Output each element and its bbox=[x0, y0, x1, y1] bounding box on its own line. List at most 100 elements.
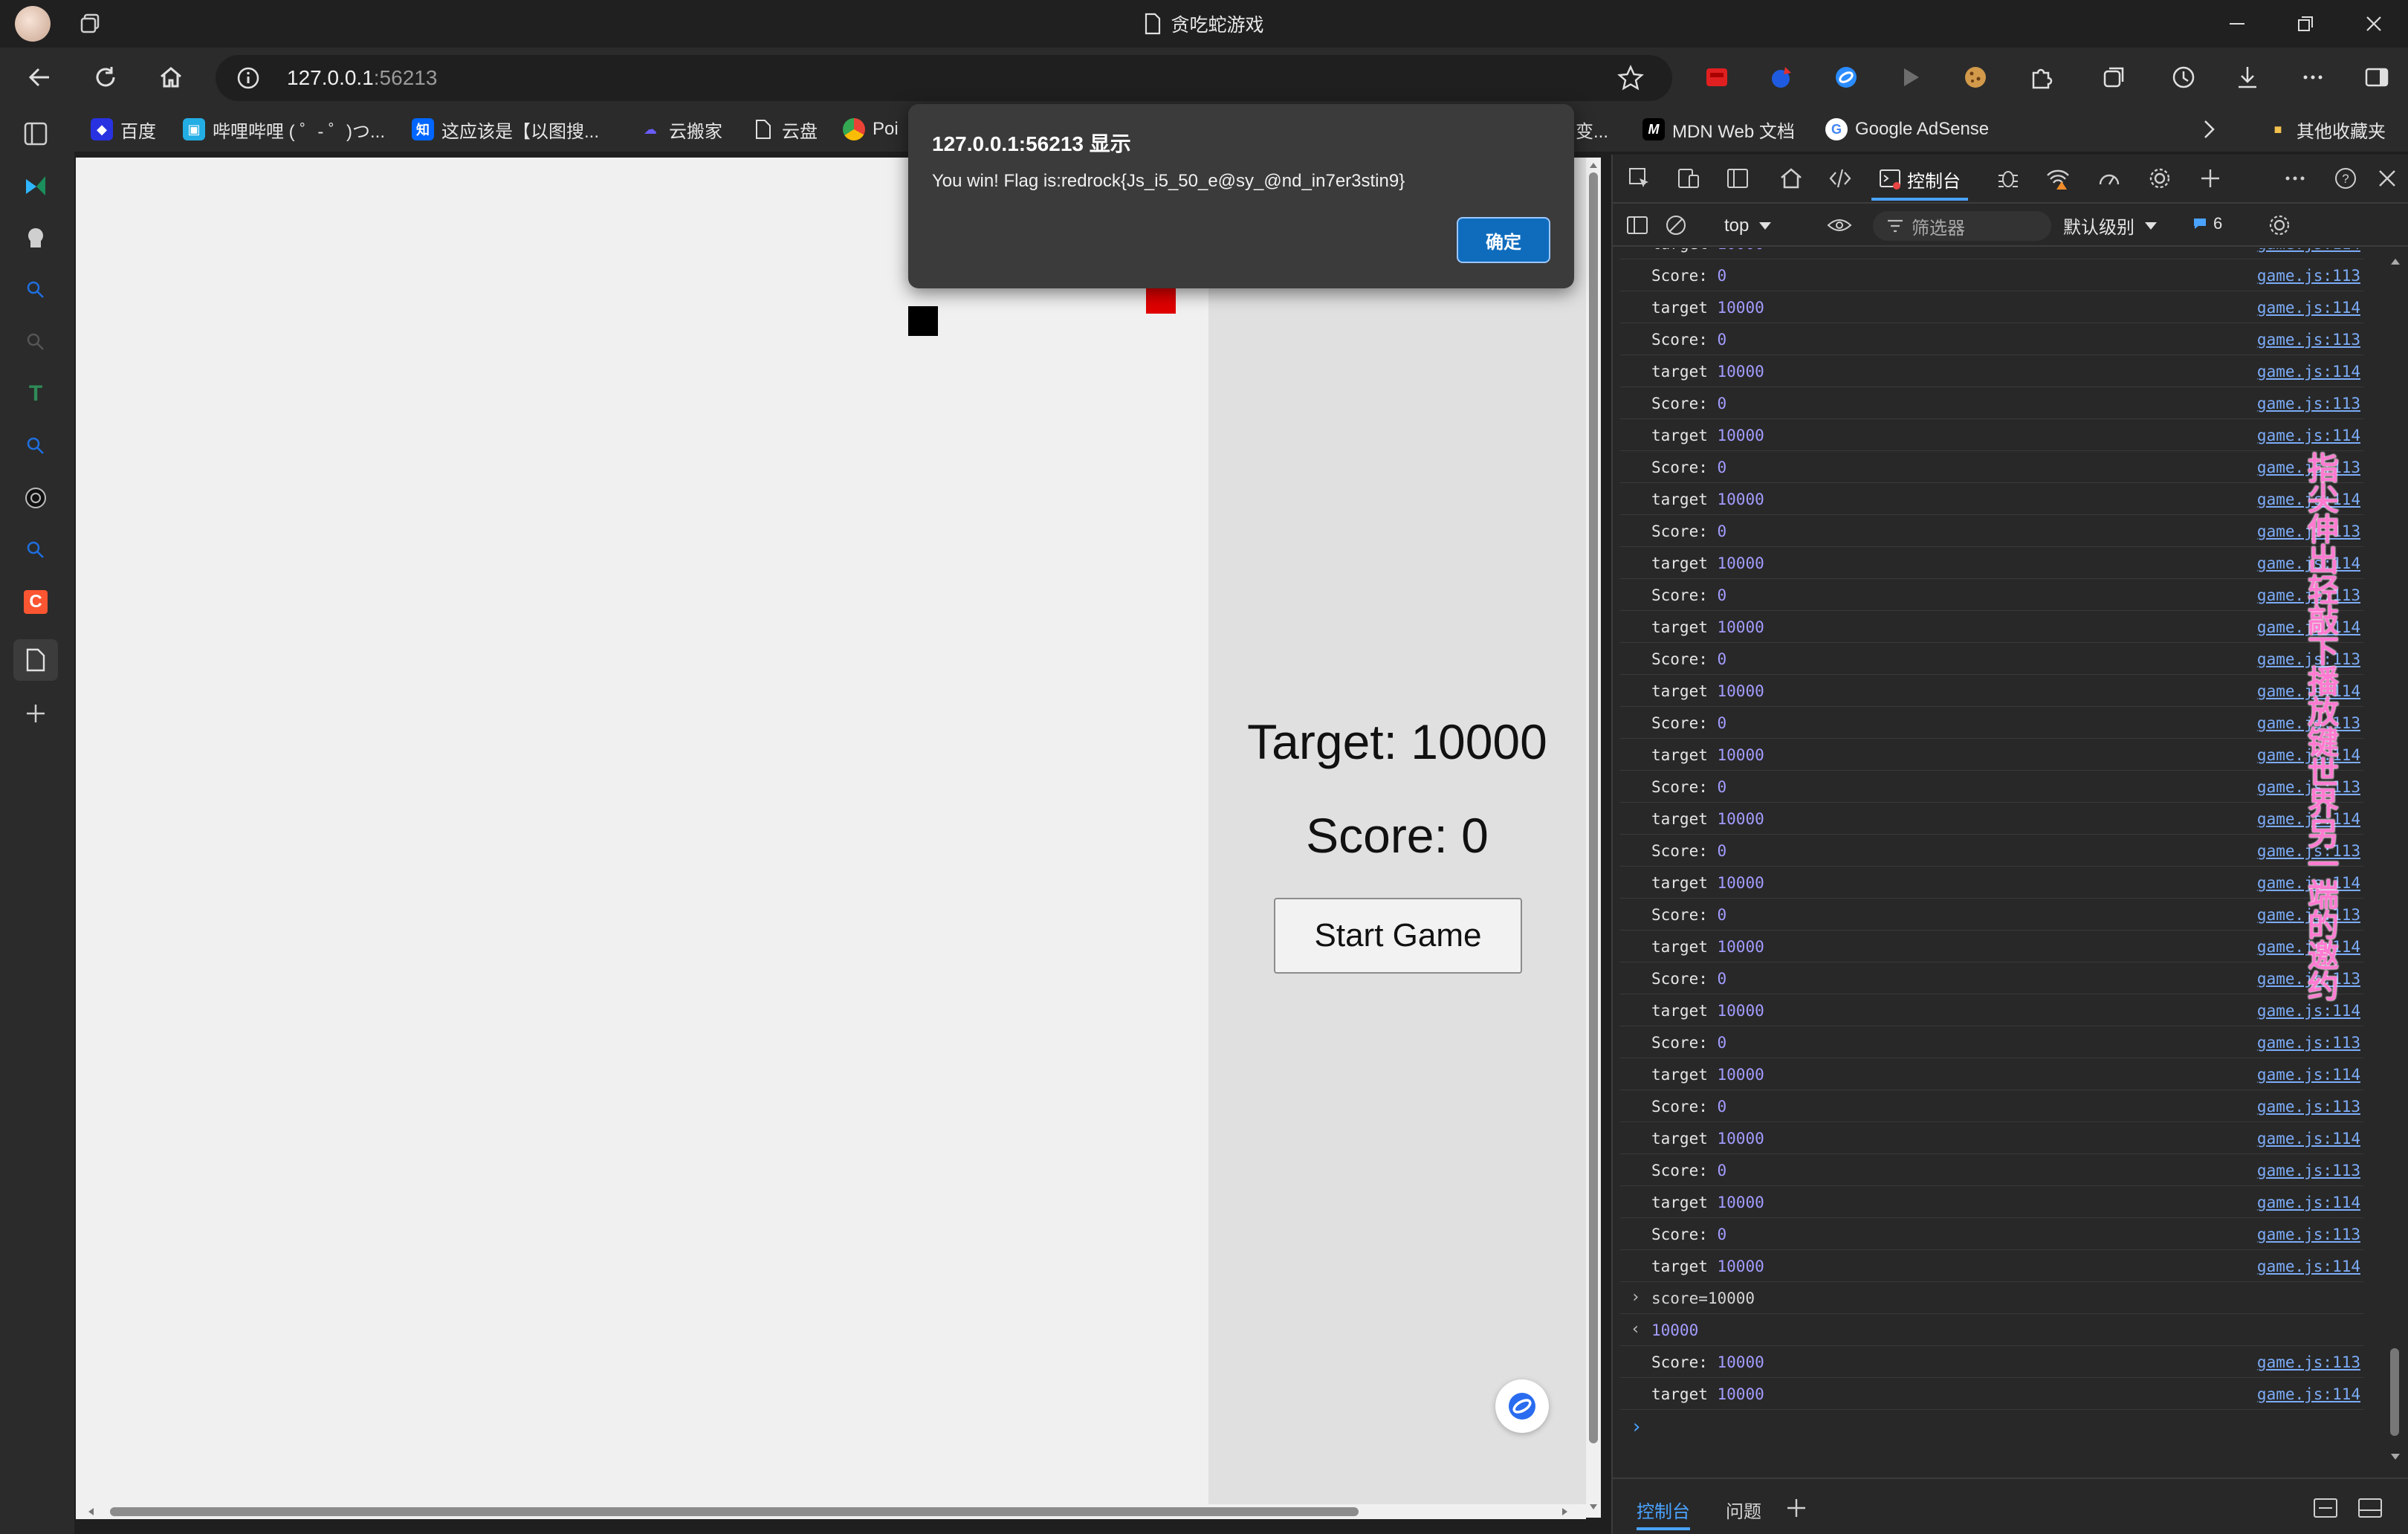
bookmark-bilibili[interactable]: ▣ 哔哩哔哩 ( ゜- ゜)つ... bbox=[183, 116, 385, 143]
scroll-left-icon[interactable] bbox=[86, 1507, 95, 1516]
elements-tab-icon[interactable] bbox=[1827, 165, 1854, 192]
add-tab-icon[interactable] bbox=[2197, 165, 2224, 192]
sidebar-search-icon[interactable] bbox=[21, 431, 51, 461]
extension-cookie-icon[interactable] bbox=[1959, 61, 1992, 94]
dock-side-icon[interactable] bbox=[1724, 165, 1751, 192]
device-emulation-icon[interactable] bbox=[1675, 165, 1702, 192]
sources-bug-icon[interactable] bbox=[1995, 165, 2022, 192]
sidebar-search-icon[interactable] bbox=[21, 275, 51, 305]
devtools-more-icon[interactable] bbox=[2282, 165, 2308, 192]
show-sidebar-icon[interactable] bbox=[1626, 214, 1648, 236]
site-info-icon[interactable] bbox=[236, 66, 260, 90]
bookmark-yunpan[interactable]: 云盘 bbox=[752, 116, 818, 143]
scrollbar-thumb[interactable] bbox=[1589, 172, 1598, 1443]
page-horizontal-scrollbar[interactable] bbox=[76, 1504, 1586, 1519]
bookmark-yunbanjia[interactable]: ☁ 云搬家 bbox=[639, 116, 722, 143]
back-button[interactable] bbox=[24, 61, 56, 94]
extensions-puzzle-icon[interactable] bbox=[2025, 61, 2057, 94]
log-source-link[interactable]: game.js:114 bbox=[2257, 1258, 2360, 1275]
scroll-right-icon[interactable] bbox=[1561, 1507, 1570, 1516]
log-source-link[interactable]: game.js:113 bbox=[2257, 1353, 2360, 1371]
downloads-icon[interactable] bbox=[2231, 61, 2264, 94]
log-level-selector[interactable]: 默认级别 bbox=[2063, 213, 2158, 239]
log-source-link[interactable]: game.js:114 bbox=[2257, 1002, 2360, 1020]
console-settings-gear-icon[interactable] bbox=[2267, 213, 2292, 238]
sidebar-app-chef-icon[interactable] bbox=[21, 223, 51, 253]
scroll-down-icon[interactable] bbox=[1589, 1503, 1598, 1512]
scrollbar-thumb[interactable] bbox=[110, 1507, 1359, 1516]
reload-button[interactable] bbox=[89, 61, 122, 94]
extension-red-icon[interactable] bbox=[1700, 61, 1733, 94]
bookmark-adsense[interactable]: G Google AdSense bbox=[1825, 116, 1989, 143]
log-source-link[interactable]: game.js:113 bbox=[2257, 1034, 2360, 1052]
log-source-link[interactable]: game.js:114 bbox=[2257, 299, 2360, 317]
network-wifi-icon[interactable] bbox=[2045, 165, 2072, 192]
more-menu-icon[interactable] bbox=[2297, 61, 2329, 94]
settings-gear-icon[interactable] bbox=[2146, 165, 2173, 192]
live-expression-eye-icon[interactable] bbox=[1827, 214, 1852, 236]
log-source-link[interactable]: game.js:114 bbox=[2257, 1385, 2360, 1403]
sidebar-document-icon[interactable] bbox=[13, 639, 58, 681]
dock-drawer-icon[interactable] bbox=[2313, 1497, 2338, 1519]
console-output[interactable]: target 10000 game.js:114 Score: 0 game.js:1… bbox=[1613, 248, 2386, 1467]
drawer-tab-issues[interactable]: 问题 bbox=[1726, 1497, 1761, 1523]
sidebar-csdn-icon[interactable]: C bbox=[21, 587, 51, 617]
log-source-link[interactable]: game.js:113 bbox=[2257, 267, 2360, 285]
bookmark-zhihu[interactable]: 知这应该是【以图搜... bbox=[412, 116, 599, 143]
sidebar-toggle-icon[interactable] bbox=[2360, 61, 2393, 94]
log-source-link[interactable]: game.js:114 bbox=[2257, 248, 2360, 253]
devtools-home-icon[interactable] bbox=[1778, 165, 1805, 192]
game-canvas[interactable] bbox=[76, 158, 1208, 1504]
log-source-link[interactable]: game.js:114 bbox=[2257, 1066, 2360, 1084]
history-icon[interactable] bbox=[2167, 61, 2200, 94]
log-source-link[interactable]: game.js:113 bbox=[2257, 395, 2360, 412]
log-source-link[interactable]: game.js:114 bbox=[2257, 363, 2360, 381]
sidebar-add-icon[interactable] bbox=[21, 699, 51, 728]
log-source-link[interactable]: game.js:114 bbox=[2257, 427, 2360, 444]
close-devtools-icon[interactable] bbox=[2374, 165, 2401, 192]
close-drawer-icon[interactable] bbox=[2357, 1497, 2383, 1519]
console-prompt-icon[interactable]: › bbox=[1631, 1416, 1642, 1438]
performance-icon[interactable] bbox=[2096, 165, 2123, 192]
console-filter-input[interactable]: 筛选器 bbox=[1873, 211, 2051, 241]
bookmark-baidu[interactable]: ◆ 百度 bbox=[91, 116, 156, 143]
clear-console-icon[interactable] bbox=[1665, 214, 1687, 236]
context-selector[interactable]: top bbox=[1724, 213, 1773, 239]
floating-assistant-icon[interactable] bbox=[1495, 1379, 1549, 1433]
add-drawer-tab-icon[interactable] bbox=[1785, 1497, 1807, 1519]
tab-console[interactable]: 控制台 bbox=[1871, 161, 1968, 201]
minimize-button[interactable] bbox=[2215, 7, 2259, 40]
sidebar-search-icon[interactable] bbox=[21, 535, 51, 565]
log-source-link[interactable]: game.js:113 bbox=[2257, 1098, 2360, 1116]
sidebar-app-blue-icon[interactable] bbox=[21, 171, 51, 201]
other-favorites-folder[interactable]: ■ 其他收藏夹 bbox=[2267, 116, 2386, 143]
extension-blue-icon[interactable] bbox=[1764, 61, 1797, 94]
drawer-tab-console[interactable]: 控制台 bbox=[1637, 1497, 1690, 1530]
help-icon[interactable]: ? bbox=[2332, 165, 2359, 192]
inspect-element-icon[interactable] bbox=[1626, 165, 1653, 192]
url-text[interactable]: 127.0.0.1:56213 bbox=[287, 66, 437, 90]
scroll-up-icon[interactable] bbox=[1589, 161, 1598, 169]
favorite-star-icon[interactable] bbox=[1617, 65, 1644, 91]
issues-badge[interactable]: 6 bbox=[2192, 214, 2222, 233]
scroll-down-icon[interactable] bbox=[2390, 1452, 2401, 1461]
sidebar-search-icon[interactable] bbox=[21, 327, 51, 357]
log-source-link[interactable]: game.js:113 bbox=[2257, 1226, 2360, 1243]
tabs-icon[interactable] bbox=[21, 119, 51, 149]
bookmarks-chevron-icon[interactable] bbox=[2200, 116, 2218, 143]
extension-circle-icon[interactable] bbox=[1830, 61, 1862, 94]
alert-ok-button[interactable]: 确定 bbox=[1457, 217, 1550, 263]
page-vertical-scrollbar[interactable] bbox=[1586, 158, 1601, 1518]
scroll-up-icon[interactable] bbox=[2390, 257, 2401, 266]
bookmark-mdn[interactable]: M MDN Web 文档 bbox=[1642, 116, 1795, 143]
log-source-link[interactable]: game.js:114 bbox=[2257, 1130, 2360, 1148]
address-bar[interactable]: 127.0.0.1:56213 bbox=[216, 55, 1672, 101]
bookmark-partial[interactable]: 变... bbox=[1576, 116, 1608, 143]
restore-button[interactable] bbox=[2283, 7, 2328, 40]
log-source-link[interactable]: game.js:113 bbox=[2257, 1162, 2360, 1179]
console-scrollbar[interactable] bbox=[2386, 248, 2404, 1467]
sidebar-openai-icon[interactable] bbox=[21, 483, 51, 513]
bookmark-poi[interactable]: Poi bbox=[843, 116, 899, 143]
sidebar-t-icon[interactable]: T bbox=[21, 379, 51, 409]
scrollbar-thumb[interactable] bbox=[2390, 1348, 2399, 1436]
